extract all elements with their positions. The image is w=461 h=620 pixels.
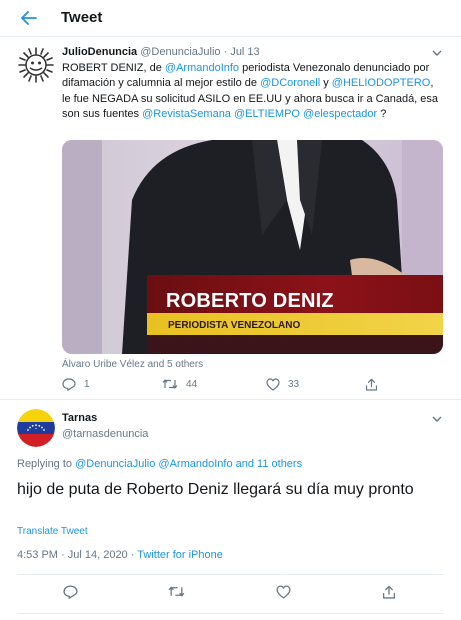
replying-to: Replying to @DenunciaJulio @ArmandoInfo … [17,458,302,470]
lower-third-name: ROBERTO DENIZ [166,290,334,312]
retweet-button[interactable]: 44 [162,378,197,390]
date-separator: · [223,46,228,58]
replying-prefix: Replying to [17,458,76,470]
parent-more-button[interactable] [430,46,444,60]
back-button[interactable] [17,7,41,29]
retweet-count: 44 [186,378,198,390]
share-icon [382,585,396,599]
reply-button[interactable]: 1 [62,378,90,391]
reply-count: 1 [84,379,90,390]
arrow-left-icon [21,11,37,25]
parent-handle[interactable]: @DenunciaJulio [140,46,220,58]
parent-tweet-text: ROBERT DENIZ, de @ArmandoInfo periodista… [62,61,442,122]
mention-link[interactable]: @RevistaSemana [142,108,231,120]
reply-mention-1[interactable]: @DenunciaJulio [75,458,155,470]
divider [17,574,444,575]
heart-icon [266,378,280,391]
main-share-button[interactable] [382,585,396,599]
chevron-down-icon [432,416,442,422]
translate-tweet-link[interactable]: Translate Tweet [17,526,88,537]
main-action-bar [0,585,461,605]
mention-link[interactable]: @DCoronell [260,77,320,89]
meta-separator: · [127,549,138,561]
tweet-timestamp[interactable]: 4:53 PM · Jul 14, 2020 [17,549,128,561]
main-handle[interactable]: @tarnasdenuncia [62,428,148,440]
parent-display-name[interactable]: JulioDenuncia [62,46,137,58]
tweet-source[interactable]: Twitter for iPhone [137,549,223,561]
reply-icon [63,585,78,599]
main-reply-button[interactable] [63,585,78,599]
reply-icon [62,378,76,391]
lower-third-subtitle: PERIODISTA VENEZOLANO [168,320,301,331]
parent-tweet[interactable]: JulioDenuncia @DenunciaJulio · Jul 13 RO… [0,38,461,400]
main-tweet-text: hijo de puta de Roberto Deniz llegará su… [17,481,414,498]
tweet-text-segment: ROBERT DENIZ, de [62,62,165,74]
share-button[interactable] [365,378,378,391]
venezuela-flag-icon [17,409,55,447]
main-like-button[interactable] [276,585,291,599]
media-tagged-users[interactable]: Álvaro Uribe Vélez and 5 others [62,359,203,370]
sun-logo-icon [18,47,54,83]
parent-date[interactable]: Jul 13 [230,46,259,58]
retweet-icon [168,586,185,597]
tweet-text-segment: ? [377,107,387,120]
reply-mention-2[interactable]: @ArmandoInfo [158,458,232,470]
parent-tweet-header: JulioDenuncia @DenunciaJulio · Jul 13 [62,46,260,58]
retweet-icon [162,379,178,389]
main-avatar[interactable] [17,409,55,447]
reply-others[interactable]: and 11 others [233,458,302,470]
mention-link[interactable]: @HELIODOPTERO [332,77,431,89]
mention-link[interactable]: @ELTIEMPO [234,108,300,120]
tweet-media-image[interactable]: ROBERTO DENIZ PERIODISTA VENEZOLANO [62,140,443,354]
share-icon [365,378,378,391]
mention-link[interactable]: @elespectador [303,108,377,120]
divider [17,613,444,614]
mention-link[interactable]: @ArmandoInfo [165,62,239,74]
main-display-name[interactable]: Tarnas [62,412,97,424]
like-count: 33 [288,379,300,390]
chevron-down-icon [432,50,442,56]
main-retweet-button[interactable] [168,585,185,598]
parent-action-bar: 1 44 33 [62,378,382,396]
top-bar: Tweet [0,0,461,37]
main-more-button[interactable] [430,412,444,426]
tweet-text-segment: y [320,77,332,90]
heart-icon [276,585,291,599]
parent-avatar[interactable] [17,46,55,84]
like-button[interactable]: 33 [266,378,299,391]
page-title: Tweet [61,9,103,26]
tweet-meta: 4:53 PM · Jul 14, 2020 · Twitter for iPh… [17,549,223,561]
